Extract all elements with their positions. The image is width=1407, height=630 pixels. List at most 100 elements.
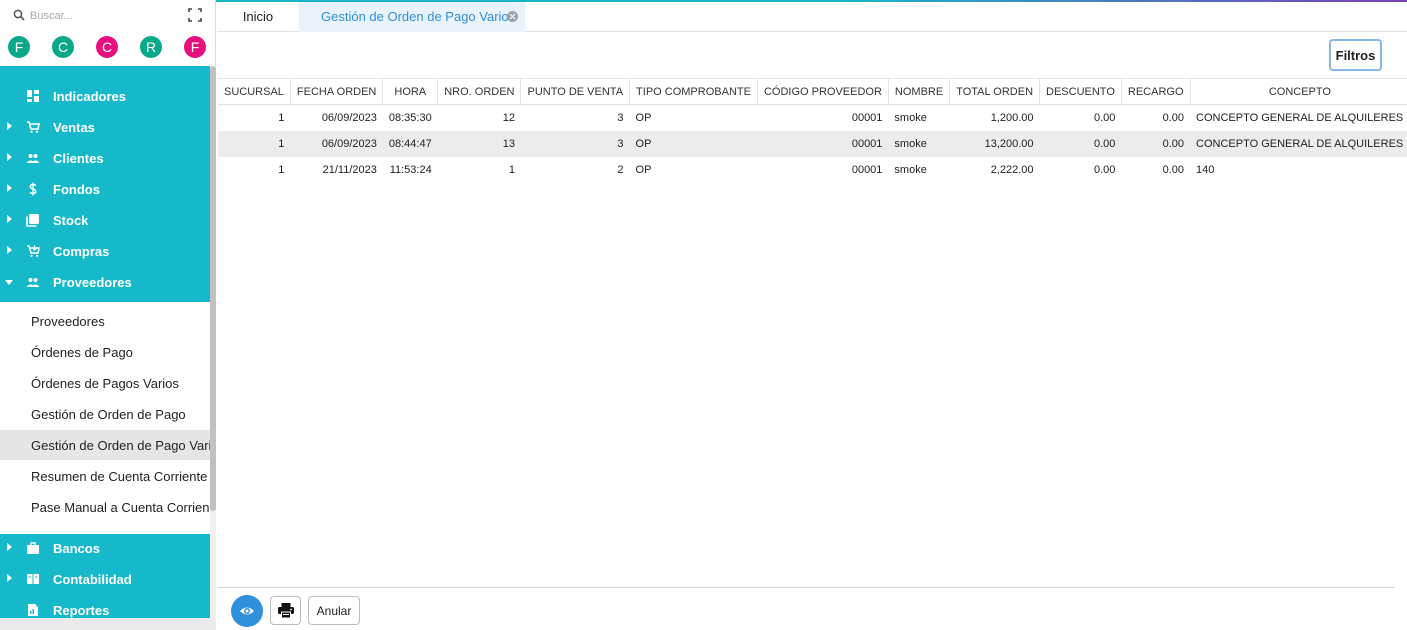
submenu-item-label: Gestión de Orden de Pago Varios bbox=[31, 438, 210, 453]
sidebar-item-bancos[interactable]: Bancos bbox=[0, 534, 210, 564]
sidebar-footer bbox=[0, 618, 216, 630]
table-row[interactable]: 1 06/09/2023 08:35:30 12 3 OP 00001 smok… bbox=[218, 105, 1407, 131]
search-input[interactable] bbox=[30, 7, 170, 25]
column-header[interactable]: CONCEPTO bbox=[1190, 78, 1407, 105]
sidebar-item-label: Fondos bbox=[53, 182, 100, 197]
filtros-button[interactable]: Filtros bbox=[1329, 39, 1382, 71]
submenu-item-label: Pase Manual a Cuenta Corriente bbox=[31, 500, 210, 515]
column-header[interactable]: SUCURSAL bbox=[218, 78, 291, 105]
sidebar-item-contabilidad[interactable]: Contabilidad bbox=[0, 565, 210, 595]
submenu-item-gestion-orden-pago-varios[interactable]: Gestión de Orden de Pago Varios bbox=[0, 430, 210, 460]
sidebar-item-stock[interactable]: Stock bbox=[0, 206, 210, 236]
cell-concepto: 140 bbox=[1196, 163, 1215, 176]
cell-punto-venta: 3 bbox=[617, 111, 624, 124]
book-icon bbox=[27, 574, 39, 584]
submenu-item-label: Órdenes de Pagos Varios bbox=[31, 376, 179, 391]
submenu-item-resumen-cuenta-corriente[interactable]: Resumen de Cuenta Corriente bbox=[0, 461, 210, 491]
column-header[interactable]: NOMBRE bbox=[888, 78, 951, 105]
caret-right-icon bbox=[7, 246, 12, 254]
cell-punto-venta: 3 bbox=[520, 130, 630, 157]
scrollbar-thumb[interactable] bbox=[210, 66, 216, 511]
cell-concepto: CONCEPTO GENERAL DE ALQUILERES bbox=[1190, 130, 1407, 157]
column-header[interactable]: TOTAL ORDEN bbox=[949, 78, 1041, 105]
cell-total-orden: 13,200.00 bbox=[949, 130, 1040, 157]
submenu-item-ordenes-de-pago[interactable]: Órdenes de Pago bbox=[0, 337, 210, 367]
sidebar-item-ventas[interactable]: Ventas bbox=[0, 113, 210, 143]
search-icon bbox=[13, 9, 25, 21]
anular-button[interactable]: Anular bbox=[308, 596, 360, 625]
cell-descuento: 0.00 bbox=[1093, 111, 1116, 124]
cell-concepto: CONCEPTO GENERAL DE ALQUILERES bbox=[1196, 111, 1404, 124]
print-button[interactable] bbox=[270, 596, 301, 625]
eye-icon bbox=[240, 607, 254, 615]
cell-recargo: 0.00 bbox=[1162, 163, 1185, 176]
column-header[interactable]: CÓDIGO PROVEEDOR bbox=[757, 78, 889, 105]
submenu-item-pase-manual-cuenta-corriente[interactable]: Pase Manual a Cuenta Corriente bbox=[0, 492, 210, 522]
sidebar-item-compras[interactable]: Compras bbox=[0, 237, 210, 267]
cell-sucursal: 1 bbox=[278, 163, 285, 176]
avatar[interactable]: F bbox=[184, 36, 206, 58]
dollar-icon bbox=[29, 182, 37, 196]
cell-codigo-proveedor: 00001 bbox=[851, 111, 883, 124]
cell-hora: 08:44:47 bbox=[382, 130, 438, 157]
cell-sucursal: 1 bbox=[218, 130, 291, 157]
table-header-row: SUCURSAL FECHA ORDEN HORA NRO. ORDEN PUN… bbox=[218, 78, 1407, 105]
column-header[interactable]: DESCUENTO bbox=[1039, 78, 1122, 105]
submenu-item-ordenes-de-pagos-varios[interactable]: Órdenes de Pagos Varios bbox=[0, 368, 210, 398]
submenu-item-label: Órdenes de Pago bbox=[31, 345, 133, 360]
cell-fecha-orden: 21/11/2023 bbox=[322, 163, 377, 176]
sidebar-menu: Indicadores Ventas Clientes Fondos Stock… bbox=[0, 66, 210, 302]
tab-label: Gestión de Orden de Pago Varios bbox=[321, 9, 516, 24]
cell-nro-orden: 12 bbox=[502, 111, 515, 124]
cell-recargo: 0.00 bbox=[1121, 130, 1191, 157]
avatar[interactable]: C bbox=[52, 36, 74, 58]
sidebar-item-fondos[interactable]: Fondos bbox=[0, 175, 210, 205]
tab-inicio[interactable]: Inicio bbox=[217, 2, 299, 32]
caret-right-icon bbox=[7, 153, 12, 161]
sidebar-item-label: Compras bbox=[53, 244, 110, 259]
tab-label: Inicio bbox=[242, 9, 274, 24]
column-header[interactable]: TIPO COMPROBANTE bbox=[629, 78, 758, 105]
sidebar-item-label: Bancos bbox=[53, 541, 100, 556]
avatar[interactable]: F bbox=[8, 36, 30, 58]
column-header[interactable]: PUNTO DE VENTA bbox=[520, 78, 631, 105]
column-header[interactable]: HORA bbox=[382, 78, 439, 105]
submenu-item-label: Proveedores bbox=[31, 314, 105, 329]
sidebar-item-label: Indicadores bbox=[53, 89, 126, 104]
sidebar-item-proveedores[interactable]: Proveedores bbox=[0, 268, 210, 298]
column-header[interactable]: RECARGO bbox=[1121, 78, 1191, 105]
fullscreen-icon[interactable] bbox=[188, 8, 202, 22]
submenu-item-proveedores[interactable]: Proveedores bbox=[0, 306, 210, 336]
avatar[interactable]: C bbox=[96, 36, 118, 58]
sidebar-item-label: Ventas bbox=[53, 120, 95, 135]
sidebar-item-indicadores[interactable]: Indicadores bbox=[0, 82, 210, 112]
cart-icon bbox=[27, 121, 40, 133]
table-row[interactable]: 1 21/11/2023 11:53:24 1 2 OP 00001 smoke… bbox=[218, 157, 1407, 183]
cell-total-orden: 2,222.00 bbox=[990, 163, 1034, 176]
cell-tipo-comprobante: OP bbox=[635, 111, 652, 124]
cell-tipo-comprobante: OP bbox=[629, 130, 758, 157]
sidebar: F C C R F Indicadores Ventas bbox=[0, 0, 216, 630]
sidebar-item-label: Stock bbox=[53, 213, 89, 228]
people-icon bbox=[26, 278, 40, 287]
tab-gestion-orden-pago-varios[interactable]: Gestión de Orden de Pago Varios bbox=[299, 2, 525, 32]
table-row[interactable]: 1 06/09/2023 08:44:47 13 3 OP 00001 smok… bbox=[218, 130, 1407, 157]
sidebar-item-clientes[interactable]: Clientes bbox=[0, 144, 210, 174]
column-header[interactable]: FECHA ORDEN bbox=[290, 78, 384, 105]
user-avatars: F C C R F bbox=[8, 36, 213, 60]
people-icon bbox=[26, 154, 40, 163]
cell-punto-venta: 2 bbox=[617, 163, 624, 176]
avatar[interactable]: R bbox=[140, 36, 162, 58]
cell-descuento: 0.00 bbox=[1039, 130, 1122, 157]
close-icon[interactable] bbox=[507, 11, 518, 22]
cell-codigo-proveedor: 00001 bbox=[851, 163, 883, 176]
cell-hora: 11:53:24 bbox=[389, 163, 432, 176]
cell-recargo: 0.00 bbox=[1162, 111, 1185, 124]
column-header[interactable]: NRO. ORDEN bbox=[437, 78, 522, 105]
view-button[interactable] bbox=[231, 595, 263, 627]
submenu-item-gestion-orden-pago[interactable]: Gestión de Orden de Pago bbox=[0, 399, 210, 429]
sidebar-item-label: Contabilidad bbox=[53, 572, 132, 587]
caret-right-icon bbox=[7, 122, 12, 130]
briefcase-icon bbox=[27, 542, 39, 554]
sidebar-scrollbar[interactable] bbox=[210, 66, 216, 618]
